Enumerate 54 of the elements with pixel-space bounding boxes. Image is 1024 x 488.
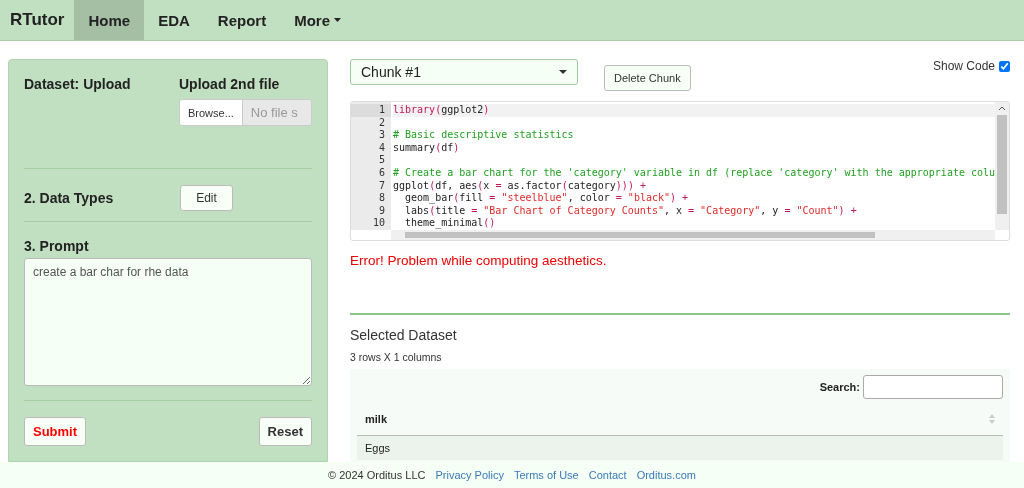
section-label: Dataset: Upload bbox=[24, 76, 131, 94]
delete-chunk-button[interactable]: Delete Chunk bbox=[604, 65, 691, 91]
submit-button[interactable]: Submit bbox=[24, 417, 87, 446]
code-line: # Basic descriptive statistics bbox=[393, 129, 574, 141]
column-header[interactable]: milk bbox=[365, 412, 387, 425]
caret-icon bbox=[559, 70, 567, 74]
footer-link[interactable]: Terms of Use bbox=[513, 469, 579, 481]
app-brand: RTutor bbox=[9, 9, 66, 31]
nav-tab[interactable]: Home bbox=[74, 0, 145, 40]
footer-link[interactable]: Contact bbox=[588, 469, 627, 481]
table-cell: Eggs bbox=[357, 435, 1003, 460]
code-line: theme_minimal() bbox=[404, 217, 496, 229]
reset-button[interactable]: Reset bbox=[258, 417, 312, 446]
section-label: Upload 2nd file bbox=[179, 76, 280, 92]
dataset-summary: 3 rows X 1 columns bbox=[350, 350, 443, 363]
search-field[interactable] bbox=[863, 374, 1003, 399]
error-message: Error! Problem while computing aesthetics. bbox=[350, 252, 608, 268]
scrollbar-thumb[interactable] bbox=[405, 231, 875, 238]
copyright-text: © 2024 Orditus LLC bbox=[328, 469, 426, 481]
line-number: 3 bbox=[377, 129, 386, 142]
line-number: 9 bbox=[377, 204, 386, 218]
code-line: summary(df) bbox=[393, 141, 460, 153]
search-label: Search: bbox=[819, 380, 860, 393]
show-code-label: Show Code bbox=[932, 59, 995, 73]
code-line: ggplot(df, aes(x = as.factor(category))) + bbox=[393, 179, 646, 191]
caret-icon bbox=[334, 18, 341, 22]
nav-tab[interactable]: Report bbox=[203, 0, 281, 40]
chunk-select[interactable]: Chunk #1 bbox=[350, 59, 578, 85]
show-code-checkbox[interactable] bbox=[999, 60, 1010, 72]
line-number: 7 bbox=[377, 179, 386, 193]
edit-button[interactable]: Edit bbox=[180, 185, 233, 211]
prompt-field[interactable]: create a bar char for rhe data bbox=[24, 258, 312, 386]
line-number: 6 bbox=[377, 166, 386, 180]
nav-tab[interactable]: More bbox=[280, 0, 355, 40]
section-label: 3. Prompt bbox=[24, 238, 90, 254]
code-editor[interactable] bbox=[350, 101, 1010, 241]
line-number: 1 bbox=[351, 104, 391, 117]
code-line: labs(title = "Bar Chart of Category Counts", x = "Category", y = "Count") + bbox=[404, 204, 857, 216]
line-number: 10 bbox=[371, 217, 386, 230]
dataset-title: Selected Dataset bbox=[350, 326, 458, 343]
line-number: 5 bbox=[377, 154, 386, 167]
scrollbar-thumb[interactable] bbox=[997, 115, 1007, 214]
footer-link[interactable]: Orditus.com bbox=[636, 469, 696, 481]
code-line: geom_bar(fill = "steelblue", color = "black") + bbox=[404, 192, 689, 204]
code-line: library(ggplot2) bbox=[393, 104, 490, 115]
line-number: 8 bbox=[377, 192, 386, 205]
scroll-up-icon bbox=[998, 106, 1006, 111]
sort-icon bbox=[989, 413, 995, 424]
code-line: # Create a bar chart for the 'category' variable in df (replace 'category' with the appropriate colu bbox=[393, 166, 995, 178]
section-label: 2. Data Types bbox=[24, 190, 114, 206]
footer-link[interactable]: Privacy Policy bbox=[435, 469, 504, 481]
nav-tab[interactable]: EDA bbox=[144, 0, 204, 40]
line-number: 2 bbox=[377, 116, 386, 130]
line-number: 4 bbox=[377, 141, 386, 155]
